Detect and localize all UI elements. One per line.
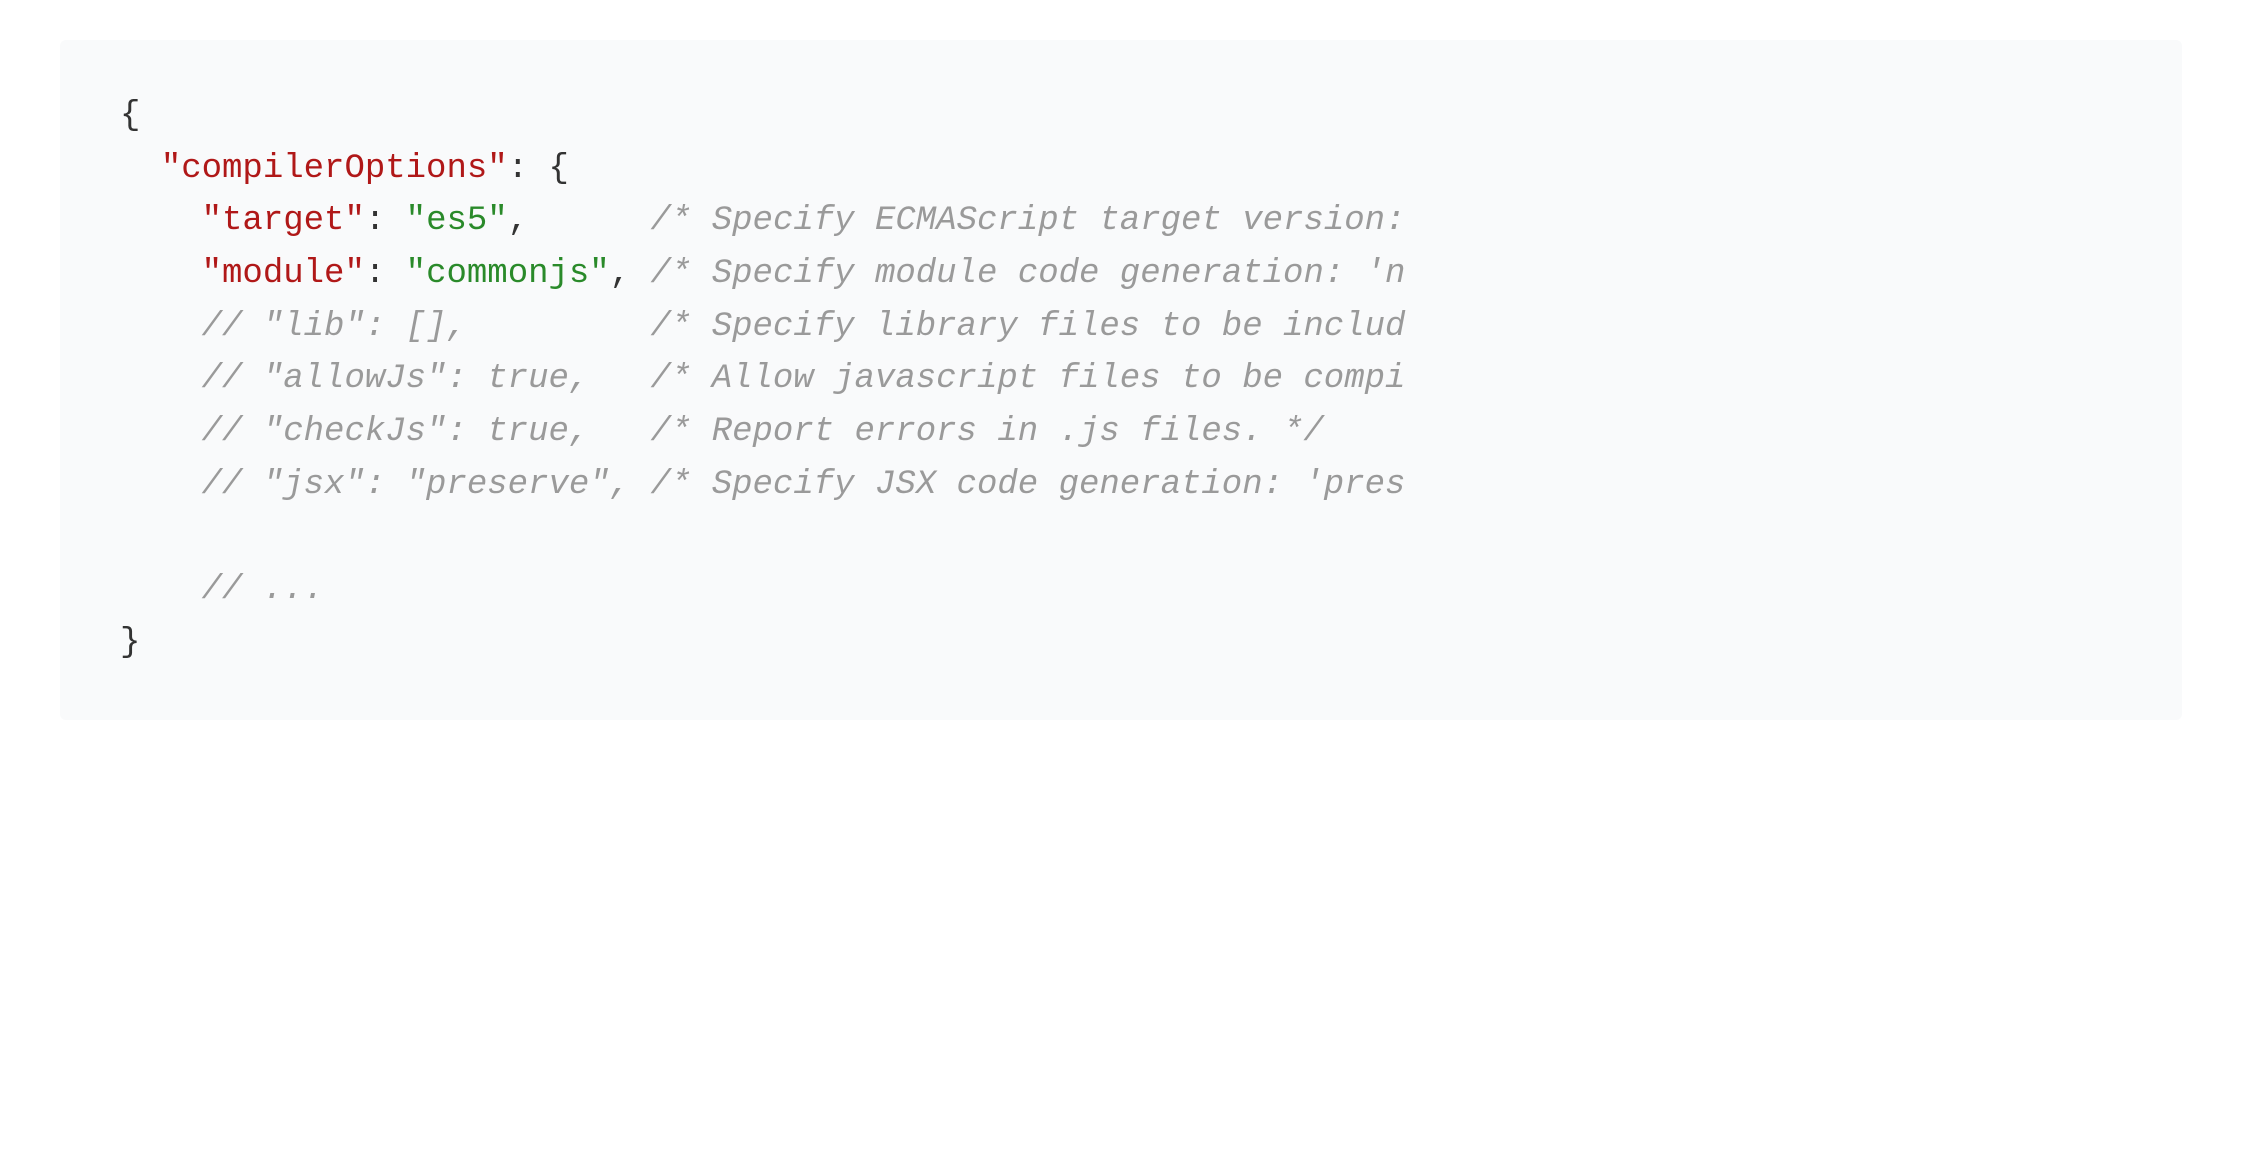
indent [120, 150, 161, 188]
comment-allowjs: // "allowJs": true, /* Allow javascript … [202, 360, 1406, 398]
comment-checkjs: // "checkJs": true, /* Report errors in … [202, 413, 1324, 451]
comment-target: /* Specify ECMAScript target version: [651, 202, 1406, 240]
indent [120, 466, 202, 504]
indent [120, 413, 202, 451]
comma: , [508, 202, 528, 240]
colon: : [365, 255, 406, 293]
json-key-compilerOptions: "compilerOptions" [161, 150, 508, 188]
comma: , [610, 255, 630, 293]
colon: : [508, 150, 549, 188]
brace-open: { [120, 97, 140, 135]
indent [120, 202, 202, 240]
indent [120, 360, 202, 398]
pad [528, 202, 650, 240]
indent [120, 255, 202, 293]
comment-lib: // "lib": [], /* Specify library files t… [202, 308, 1406, 346]
indent [120, 308, 202, 346]
json-key-target: "target" [202, 202, 365, 240]
comment-jsx: // "jsx": "preserve", /* Specify JSX cod… [202, 466, 1406, 504]
pad [630, 255, 650, 293]
indent [120, 571, 202, 609]
json-value-es5: "es5" [406, 202, 508, 240]
json-key-module: "module" [202, 255, 365, 293]
json-value-commonjs: "commonjs" [406, 255, 610, 293]
comment-ellipsis: // ... [202, 571, 324, 609]
colon: : [365, 202, 406, 240]
brace-close: } [120, 624, 140, 662]
code-block: { "compilerOptions": { "target": "es5", … [60, 40, 2182, 720]
brace-open: { [548, 150, 568, 188]
comment-module: /* Specify module code generation: 'n [651, 255, 1406, 293]
